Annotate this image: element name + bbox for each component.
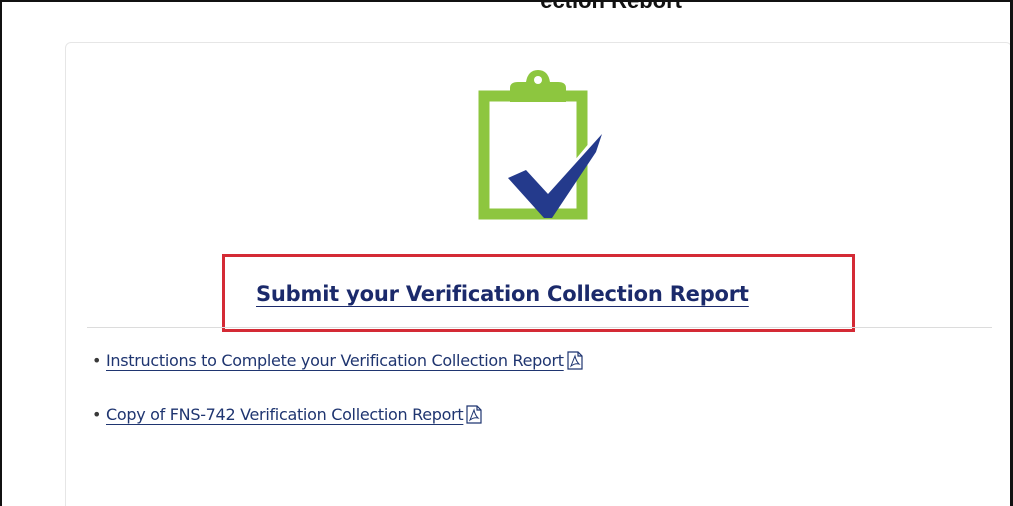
clipboard-check-icon <box>478 70 604 220</box>
bullet: • <box>92 351 102 370</box>
submit-report-link[interactable]: Submit your Verification Collection Repo… <box>256 282 749 306</box>
divider <box>87 327 992 328</box>
bullet: • <box>92 405 102 424</box>
fns-742-copy-link[interactable]: Copy of FNS-742 Verification Collection … <box>106 405 464 424</box>
pdf-icon[interactable] <box>566 351 584 370</box>
document-list: • Instructions to Complete your Verificat… <box>92 350 584 458</box>
pdf-icon[interactable] <box>465 405 483 424</box>
page-heading-cut: ection Report <box>322 2 682 8</box>
list-item: • Instructions to Complete your Verificat… <box>92 350 584 378</box>
instructions-link[interactable]: Instructions to Complete your Verificati… <box>106 351 564 370</box>
screenshot-frame: ection Report Submit your Verification C… <box>0 0 1013 506</box>
list-item: • Copy of FNS-742 Verification Collection… <box>92 404 584 432</box>
